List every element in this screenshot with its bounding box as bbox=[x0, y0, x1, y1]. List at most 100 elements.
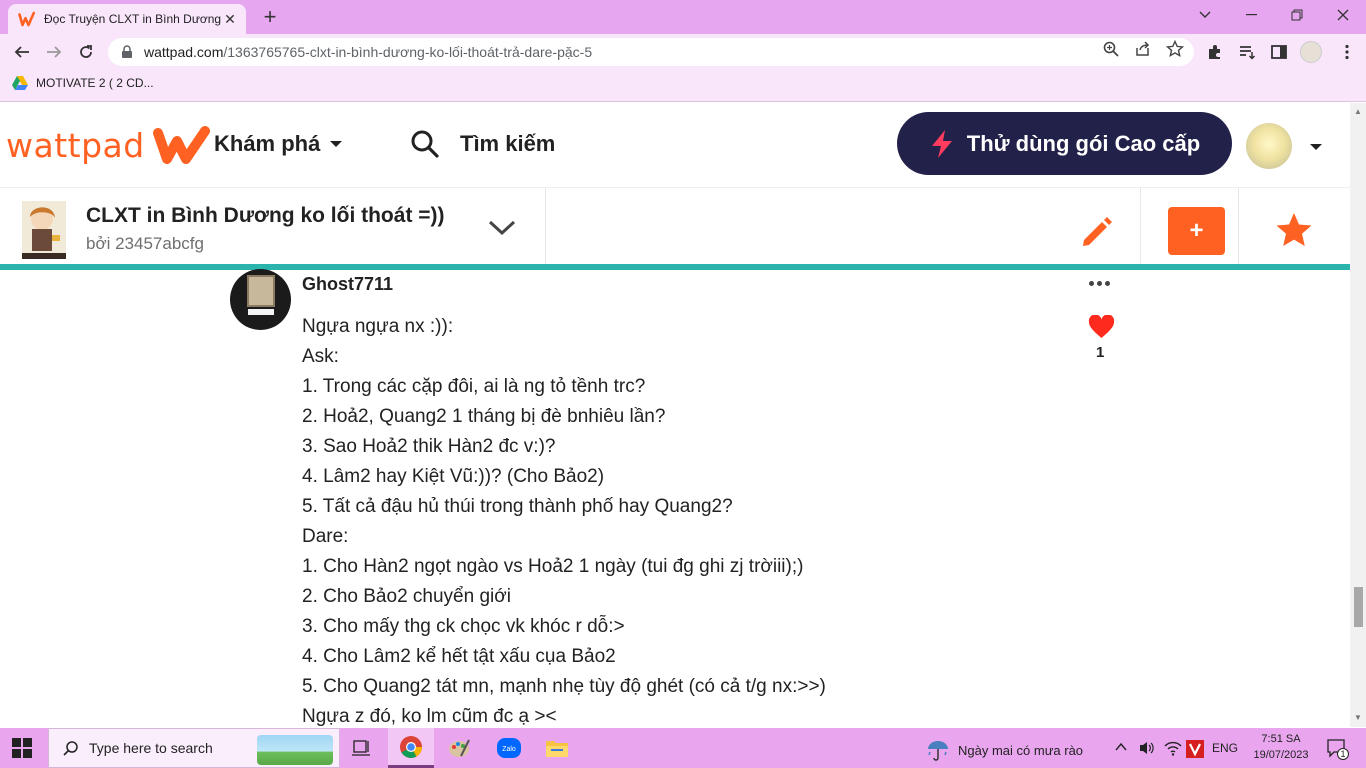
chrome-taskbar-icon[interactable] bbox=[388, 728, 434, 768]
user-menu-caret-icon[interactable] bbox=[1310, 144, 1322, 150]
search-icon bbox=[63, 741, 78, 756]
side-panel-icon[interactable] bbox=[1270, 43, 1288, 61]
chevron-down-icon[interactable] bbox=[486, 218, 518, 238]
volume-icon[interactable] bbox=[1138, 740, 1156, 756]
taskbar-search-box[interactable]: Type here to search bbox=[48, 728, 340, 768]
try-premium-button[interactable]: Thử dùng gói Cao cấp bbox=[897, 112, 1232, 175]
comment-line: 1. Cho Hàn2 ngọt ngào vs Hoả2 1 ngày (tu… bbox=[302, 556, 804, 577]
premium-label: Thử dùng gói Cao cấp bbox=[966, 130, 1201, 156]
lightning-icon bbox=[931, 129, 952, 158]
zalo-taskbar-icon[interactable]: Zalo bbox=[486, 728, 532, 768]
wifi-icon[interactable] bbox=[1164, 740, 1182, 756]
tab-search-chevron-icon[interactable] bbox=[1182, 0, 1228, 30]
scrollbar-thumb[interactable] bbox=[1354, 587, 1363, 627]
zoom-icon[interactable] bbox=[1102, 40, 1120, 58]
reload-button[interactable] bbox=[72, 38, 100, 66]
comment-line: Ngựa z đó, ko lm cũm đc ạ >< bbox=[302, 706, 557, 727]
divider bbox=[1140, 188, 1141, 266]
heart-icon[interactable] bbox=[1088, 315, 1115, 339]
explore-caret-icon bbox=[330, 141, 343, 147]
tab-title: Đọc Truyện CLXT in Bình Dương ko lối tho… bbox=[44, 12, 222, 26]
antivirus-icon[interactable] bbox=[1186, 740, 1204, 758]
clock-date: 19/07/2023 bbox=[1253, 749, 1309, 761]
commenter-avatar[interactable] bbox=[230, 269, 291, 330]
comment-line: 2. Cho Bảo2 chuyển giới bbox=[302, 586, 511, 607]
address-bar[interactable]: wattpad.com/1363765765-clxt-in-bình-dươn… bbox=[108, 38, 1194, 66]
edit-pencil-icon[interactable] bbox=[1078, 214, 1114, 250]
weather-text: Ngày mai có mưa rào bbox=[958, 742, 1084, 758]
search-highlight-image bbox=[257, 735, 333, 765]
search-label: Tìm kiếm bbox=[460, 131, 556, 156]
comment-more-options-icon[interactable] bbox=[1089, 281, 1113, 286]
bookmark-star-icon[interactable] bbox=[1166, 40, 1184, 58]
weather-widget[interactable]: Ngày mai có mưa rào bbox=[926, 739, 1083, 761]
comment-line: 3. Sao Hoả2 thik Hàn2 đc v:)? bbox=[302, 436, 556, 457]
clock-time: 7:51 SA bbox=[1261, 733, 1301, 745]
divider bbox=[1238, 188, 1239, 266]
task-view-icon[interactable] bbox=[338, 728, 384, 768]
url-text: wattpad.com/1363765765-clxt-in-bình-dươn… bbox=[144, 44, 593, 60]
notification-count: 1 bbox=[1337, 748, 1349, 760]
comment-line: 2. Hoả2, Quang2 1 tháng bị đè bnhiêu lần… bbox=[302, 406, 666, 427]
story-title[interactable]: CLXT in Bình Dương ko lối thoát =)) bbox=[86, 204, 445, 228]
reading-progress-bar bbox=[0, 264, 1350, 270]
scroll-down-arrow-icon[interactable]: ▼ bbox=[1354, 713, 1362, 722]
search-button[interactable]: Tìm kiếm bbox=[410, 129, 555, 159]
scroll-up-arrow-icon[interactable]: ▲ bbox=[1354, 107, 1362, 116]
story-author[interactable]: bởi 23457abcfg bbox=[86, 234, 204, 254]
close-window-button[interactable] bbox=[1320, 0, 1366, 30]
share-icon[interactable] bbox=[1134, 40, 1152, 58]
back-button[interactable] bbox=[8, 38, 36, 66]
comment-line: Ngựa ngựa nx :)): bbox=[302, 316, 454, 337]
browser-toolbar: wattpad.com/1363765765-clxt-in-bình-dươn… bbox=[0, 34, 1366, 70]
user-avatar[interactable] bbox=[1246, 123, 1292, 169]
divider bbox=[545, 188, 546, 266]
clock[interactable]: 7:51 SA 19/07/2023 bbox=[1248, 731, 1314, 763]
comment-body: Ngựa ngựa nx :)): Ask: 1. Trong các cặp … bbox=[302, 312, 1062, 727]
chrome-menu-icon[interactable] bbox=[1338, 43, 1356, 61]
story-cover-image[interactable] bbox=[22, 201, 66, 259]
comment-line: 5. Tất cả đậu hủ thúi trong thành phố ha… bbox=[302, 496, 733, 517]
wattpad-header: wattpad Khám phá Tìm kiếm Thử dùng gói C… bbox=[0, 103, 1350, 187]
reading-list-icon[interactable] bbox=[1238, 43, 1256, 61]
lock-icon[interactable] bbox=[120, 45, 134, 59]
forward-button[interactable] bbox=[40, 38, 68, 66]
new-tab-button[interactable]: + bbox=[258, 6, 282, 30]
bookmark-motivate[interactable]: MOTIVATE 2 ( 2 CD... bbox=[12, 76, 154, 90]
comment-line: 1. Trong các cặp đôi, ai là ng tỏ tềnh t… bbox=[302, 376, 646, 397]
extensions-icon[interactable] bbox=[1206, 43, 1224, 61]
comment-line: Ask: bbox=[302, 346, 339, 367]
umbrella-rain-icon bbox=[928, 741, 948, 761]
restore-button[interactable] bbox=[1274, 0, 1320, 30]
show-hidden-icons-chevron-icon[interactable] bbox=[1114, 740, 1128, 754]
like-count: 1 bbox=[1096, 344, 1105, 361]
wattpad-logo-text: wattpad bbox=[6, 125, 145, 165]
browser-tab-strip: Đọc Truyện CLXT in Bình Dương ko lối tho… bbox=[0, 0, 1366, 34]
minimize-button[interactable] bbox=[1228, 0, 1274, 30]
wattpad-page: wattpad Khám phá Tìm kiếm Thử dùng gói C… bbox=[0, 103, 1350, 727]
tab-close-icon[interactable]: ✕ bbox=[222, 11, 238, 27]
vote-star-icon[interactable] bbox=[1275, 212, 1313, 248]
wattpad-w-icon bbox=[152, 126, 210, 164]
commenter-username[interactable]: Ghost7711 bbox=[302, 274, 393, 295]
add-to-list-button[interactable]: + bbox=[1168, 207, 1225, 255]
story-toolbar: CLXT in Bình Dương ko lối thoát =)) bởi … bbox=[0, 187, 1350, 266]
explore-label: Khám phá bbox=[214, 131, 321, 156]
comment-line: 5. Cho Quang2 tát mn, mạnh nhẹ tùy độ gh… bbox=[302, 676, 826, 697]
file-explorer-taskbar-icon[interactable] bbox=[534, 728, 580, 768]
wattpad-logo[interactable]: wattpad bbox=[6, 125, 211, 165]
paint-taskbar-icon[interactable] bbox=[436, 728, 482, 768]
bookmarks-bar: MOTIVATE 2 ( 2 CD... bbox=[0, 70, 1366, 102]
notification-center-icon[interactable]: 1 bbox=[1326, 738, 1349, 763]
taskbar-search-placeholder: Type here to search bbox=[89, 740, 213, 756]
browser-tab[interactable]: Đọc Truyện CLXT in Bình Dương ko lối tho… bbox=[8, 4, 246, 34]
windows-start-icon[interactable] bbox=[12, 738, 32, 758]
profile-avatar-icon[interactable] bbox=[1300, 41, 1322, 63]
comment-line: Dare: bbox=[302, 526, 349, 547]
input-language[interactable]: ENG bbox=[1212, 741, 1238, 755]
bookmark-label: MOTIVATE 2 ( 2 CD... bbox=[36, 76, 154, 90]
explore-menu[interactable]: Khám phá bbox=[214, 131, 343, 157]
page-scrollbar[interactable]: ▲ ▼ bbox=[1350, 103, 1366, 727]
windows-taskbar: Type here to search Zalo Ngày mai có mưa… bbox=[0, 728, 1366, 768]
comment-line: 4. Cho Lâm2 kể hết tật xấu cụa Bảo2 bbox=[302, 646, 616, 667]
